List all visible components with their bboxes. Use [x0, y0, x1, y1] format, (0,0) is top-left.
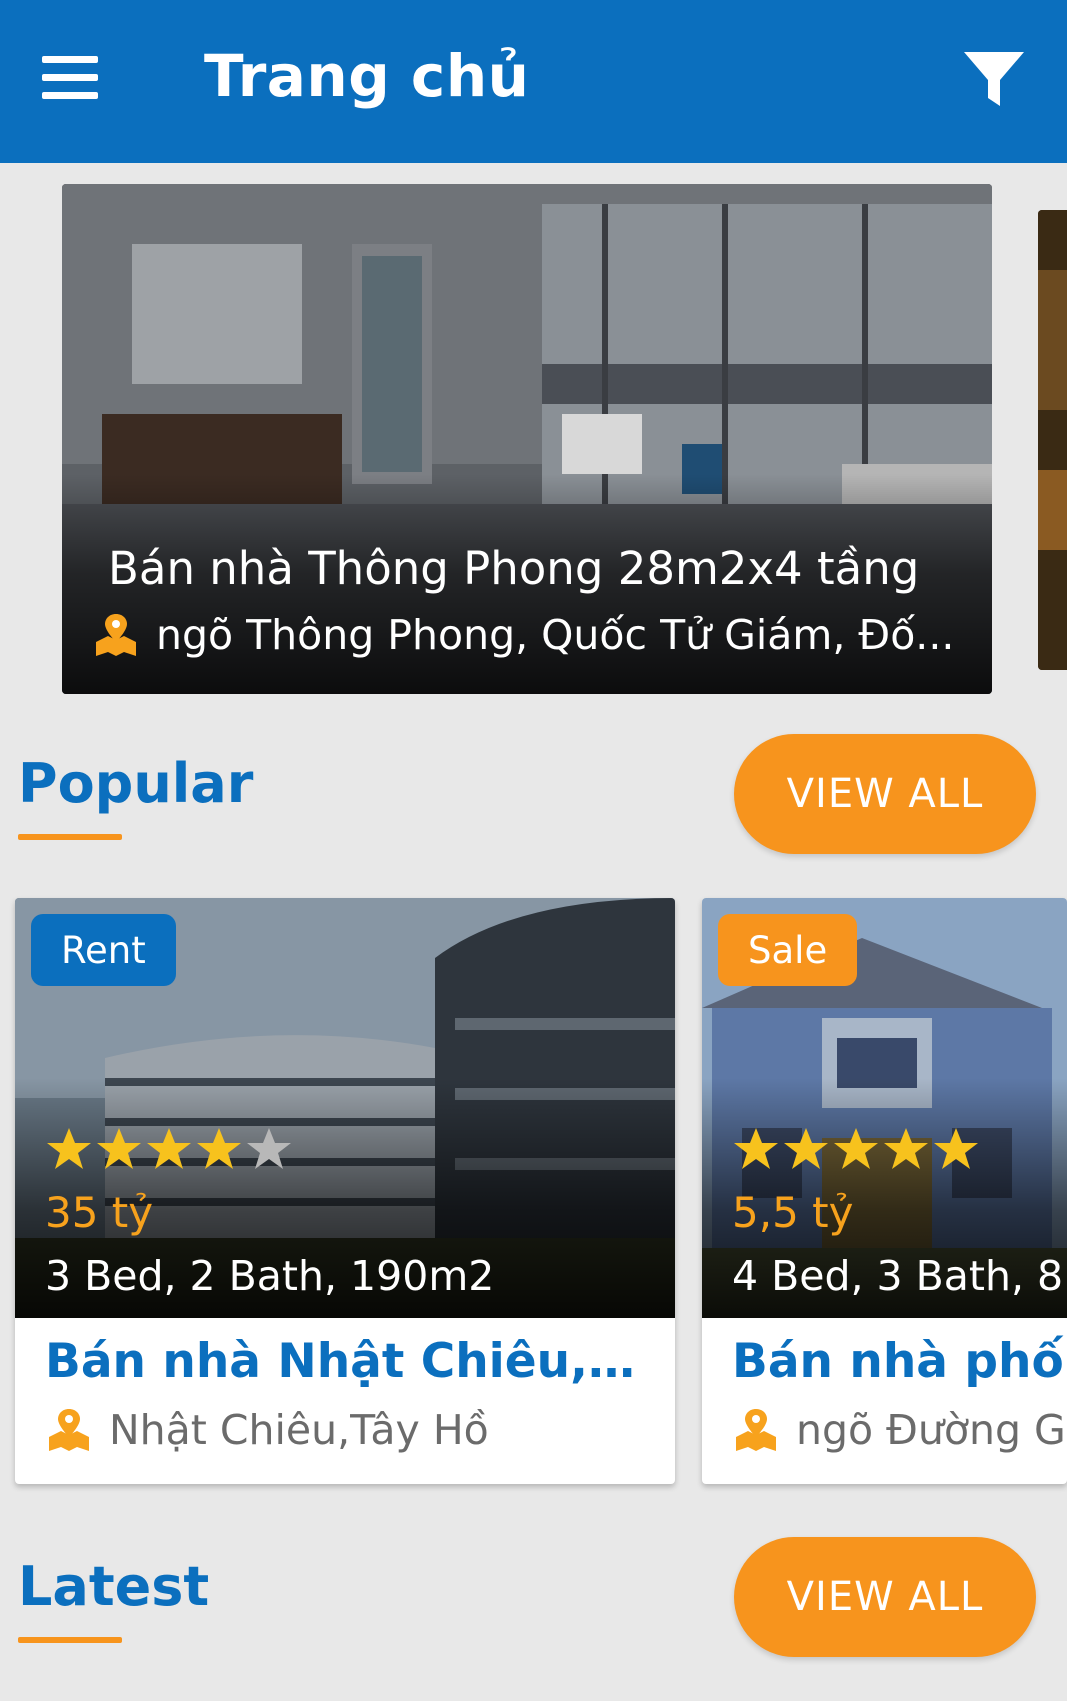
star-empty-icon [247, 1128, 291, 1169]
listing-address-text: ngõ Đường G [796, 1406, 1066, 1454]
star-filled-icon [834, 1128, 878, 1169]
featured-address: ngõ Thông Phong, Quốc Tử Giám, Đố... [92, 611, 972, 659]
listing-price: 5,5 tỷ [732, 1188, 854, 1237]
filter-button[interactable] [962, 48, 1026, 112]
next-featured-card[interactable] [1038, 210, 1067, 670]
listing-price: 35 tỷ [45, 1188, 154, 1237]
listing-photo: Rent 35 tỷ 3 Bed, 2 Bath, 190m2 [15, 898, 675, 1318]
popular-heading: Popular [18, 752, 254, 815]
rating-stars [732, 1126, 982, 1172]
map-location-icon [736, 1409, 776, 1451]
listing-type-badge: Sale [718, 914, 858, 986]
listing-address: ngõ Đường G [732, 1406, 1067, 1454]
listing-card[interactable]: Sale 5,5 tỷ 4 Bed, 3 Bath, 8 Bán nhà phố… [702, 898, 1067, 1484]
listing-title: Bán nhà phố G [732, 1334, 1067, 1389]
latest-underline [18, 1637, 122, 1643]
star-filled-icon [784, 1128, 828, 1169]
popular-view-all-button[interactable]: VIEW ALL [734, 734, 1036, 854]
listing-photo: Sale 5,5 tỷ 4 Bed, 3 Bath, 8 [702, 898, 1067, 1318]
star-filled-icon [97, 1128, 141, 1169]
featured-address-text: ngõ Thông Phong, Quốc Tử Giám, Đố... [156, 611, 955, 659]
listing-title: Bán nhà Nhật Chiêu,Tây... [45, 1334, 655, 1389]
star-filled-icon [934, 1128, 978, 1169]
rating-stars [45, 1126, 295, 1172]
menu-button[interactable] [38, 52, 104, 104]
listing-address-text: Nhật Chiêu,Tây Hồ [109, 1406, 489, 1454]
star-filled-icon [884, 1128, 928, 1169]
star-filled-icon [734, 1128, 778, 1169]
app-bar: Trang chủ [0, 0, 1067, 163]
hamburger-menu-icon [42, 56, 98, 63]
star-filled-icon [197, 1128, 241, 1169]
listing-type-badge: Rent [31, 914, 176, 986]
listing-specs: 3 Bed, 2 Bath, 190m2 [45, 1252, 495, 1300]
latest-view-all-button[interactable]: VIEW ALL [734, 1537, 1036, 1657]
star-filled-icon [47, 1128, 91, 1169]
latest-heading: Latest [18, 1555, 210, 1618]
map-location-icon [96, 614, 136, 656]
filter-funnel-icon [964, 52, 1024, 106]
map-location-icon [49, 1409, 89, 1451]
star-filled-icon [147, 1128, 191, 1169]
listing-specs: 4 Bed, 3 Bath, 8 [732, 1252, 1064, 1300]
next-featured-photo [1038, 210, 1067, 670]
popular-underline [18, 834, 122, 840]
page-title: Trang chủ [204, 42, 530, 110]
featured-title: Bán nhà Thông Phong 28m2x4 tầng [108, 542, 920, 595]
popular-section-header: Popular VIEW ALL [0, 734, 1067, 854]
featured-listing-card[interactable]: Bán nhà Thông Phong 28m2x4 tầng ngõ Thôn… [62, 184, 992, 694]
latest-section-header: Latest VIEW ALL [0, 1537, 1067, 1657]
hamburger-menu-icon-line [42, 74, 98, 81]
hamburger-menu-icon-line [42, 92, 98, 99]
listing-card[interactable]: Rent 35 tỷ 3 Bed, 2 Bath, 190m2 Bán nhà … [15, 898, 675, 1484]
listing-address: Nhật Chiêu,Tây Hồ [45, 1406, 655, 1454]
